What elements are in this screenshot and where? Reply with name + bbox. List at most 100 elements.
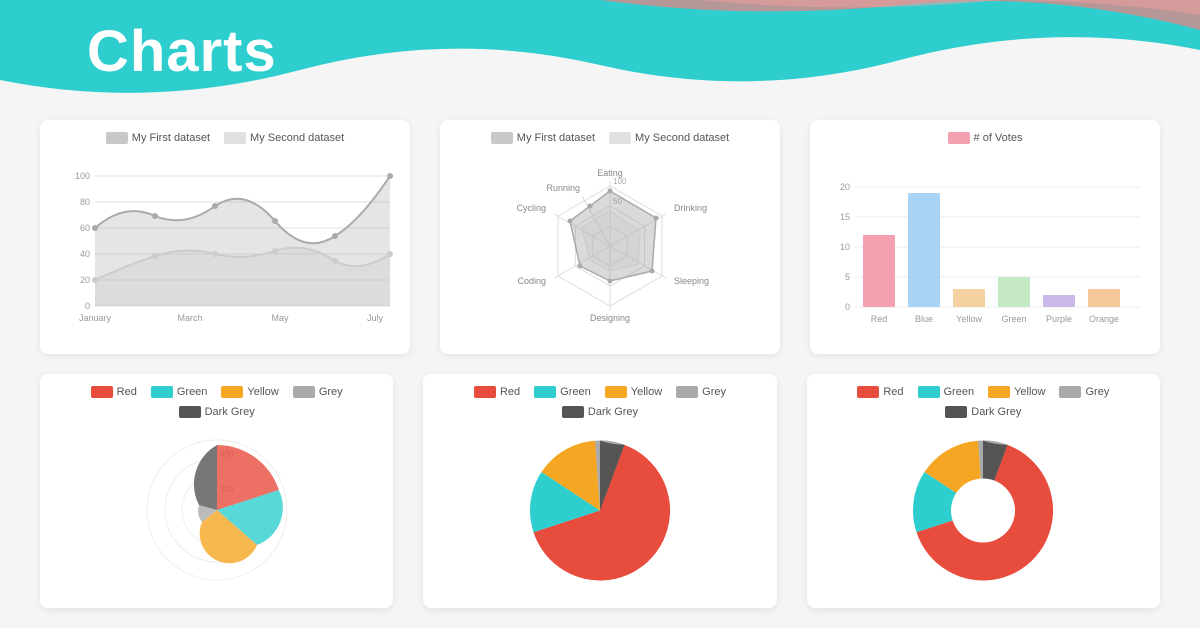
pie-legend-color-yellow [605,386,627,398]
bar-legend-item-votes: # of Votes [948,132,1023,144]
legend-color-first [106,132,128,144]
svg-text:Blue: Blue [915,314,933,324]
legend-color-second [224,132,246,144]
svg-text:Red: Red [871,314,888,324]
legend-label-first: My First dataset [132,132,210,144]
pie-legend-label-darkgrey: Dark Grey [588,406,638,418]
svg-text:March: March [177,313,202,323]
svg-text:0: 0 [85,301,90,311]
radar-legend-label-first: My First dataset [517,132,595,144]
donut-svg-area [903,424,1063,596]
svg-text:Designing: Designing [590,313,630,323]
radar-svg-area: Eating Drinking Sleeping Designing Codin… [470,150,750,342]
svg-text:20: 20 [840,182,850,192]
pie-legend-grey: Grey [676,386,726,398]
pie-legend-label-red: Red [500,386,520,398]
donut-legend-green: Green [918,386,975,398]
svg-text:100: 100 [613,177,627,186]
svg-text:Yellow: Yellow [956,314,982,324]
radar-legend-label-second: My Second dataset [635,132,729,144]
bar-chart-svg-area: 0 5 10 15 20 [825,150,1145,342]
pie-legend-color-darkgrey [562,406,584,418]
svg-text:Purple: Purple [1046,314,1072,324]
polar-legend: Red Green Yellow Grey Dark Grey [55,386,378,418]
svg-text:15: 15 [840,212,850,222]
polar-legend-yellow: Yellow [221,386,278,398]
polar-legend-color-red [91,386,113,398]
pie-legend-label-green: Green [560,386,591,398]
polar-legend-green: Green [151,386,208,398]
charts-row-1: My First dataset My Second dataset [40,120,1160,354]
donut-legend-label-darkgrey: Dark Grey [971,406,1021,418]
svg-text:100: 100 [75,171,90,181]
polar-legend-label-green: Green [177,386,208,398]
donut-legend: Red Green Yellow Grey Dark Grey [822,386,1145,418]
polar-legend-red: Red [91,386,137,398]
polar-legend-label-darkgrey: Dark Grey [205,406,255,418]
donut-legend-label-yellow: Yellow [1014,386,1045,398]
pie-legend-darkgrey: Dark Grey [562,406,638,418]
charts-container: My First dataset My Second dataset [40,120,1160,608]
pie-legend-green: Green [534,386,591,398]
pie-legend: Red Green Yellow Grey Dark Grey [438,386,761,418]
radar-legend-item-second: My Second dataset [609,132,729,144]
svg-text:Coding: Coding [517,276,546,286]
pie-legend-red: Red [474,386,520,398]
pie-legend-color-red [474,386,496,398]
pie-legend-yellow: Yellow [605,386,662,398]
donut-legend-color-yellow [988,386,1010,398]
legend-item-second: My Second dataset [224,132,344,144]
donut-legend-color-darkgrey [945,406,967,418]
donut-legend-color-grey [1059,386,1081,398]
page-title: Charts [87,18,277,85]
bar-chart-legend: # of Votes [825,132,1145,144]
line-chart-legend: My First dataset My Second dataset [55,132,395,144]
donut-chart: Red Green Yellow Grey Dark Grey [807,374,1160,608]
svg-text:80: 80 [80,197,90,207]
svg-text:10: 10 [840,242,850,252]
polar-chart: Red Green Yellow Grey Dark Grey [40,374,393,608]
polar-legend-color-grey [293,386,315,398]
donut-legend-red: Red [857,386,903,398]
donut-legend-color-red [857,386,879,398]
svg-text:Drinking: Drinking [674,203,707,213]
pie-chart: Red Green Yellow Grey Dark Grey [423,374,776,608]
svg-text:Running: Running [546,183,580,193]
polar-legend-label-grey: Grey [319,386,343,398]
line-chart: My First dataset My Second dataset [40,120,410,354]
donut-legend-grey: Grey [1059,386,1109,398]
svg-text:January: January [79,313,112,323]
line-chart-svg-area: 0 20 40 60 80 100 January March May July [55,150,395,342]
svg-text:5: 5 [845,272,850,282]
legend-item-first: My First dataset [106,132,210,144]
polar-legend-grey: Grey [293,386,343,398]
svg-text:60: 60 [80,223,90,233]
donut-legend-yellow: Yellow [988,386,1045,398]
bar-chart: # of Votes 0 5 10 15 20 [810,120,1160,354]
pie-legend-label-grey: Grey [702,386,726,398]
polar-legend-color-yellow [221,386,243,398]
svg-text:0: 0 [845,302,850,312]
donut-legend-darkgrey: Dark Grey [945,406,1021,418]
pie-legend-label-yellow: Yellow [631,386,662,398]
polar-legend-label-yellow: Yellow [247,386,278,398]
pie-svg-area [520,424,680,596]
pie-legend-color-grey [676,386,698,398]
svg-text:Orange: Orange [1089,314,1119,324]
donut-legend-label-grey: Grey [1085,386,1109,398]
svg-text:July: July [367,313,384,323]
radar-legend-color-second [609,132,631,144]
radar-legend-item-first: My First dataset [491,132,595,144]
donut-legend-label-green: Green [944,386,975,398]
polar-legend-color-green [151,386,173,398]
svg-text:40: 40 [80,249,90,259]
bar-legend-label-votes: # of Votes [974,132,1023,144]
polar-svg-area: 400 200 [127,424,307,596]
charts-row-2: Red Green Yellow Grey Dark Grey [40,374,1160,608]
radar-chart-legend: My First dataset My Second dataset [455,132,765,144]
pie-legend-color-green [534,386,556,398]
svg-text:May: May [271,313,289,323]
svg-text:20: 20 [80,275,90,285]
svg-text:Sleeping: Sleeping [674,276,709,286]
polar-legend-label-red: Red [117,386,137,398]
